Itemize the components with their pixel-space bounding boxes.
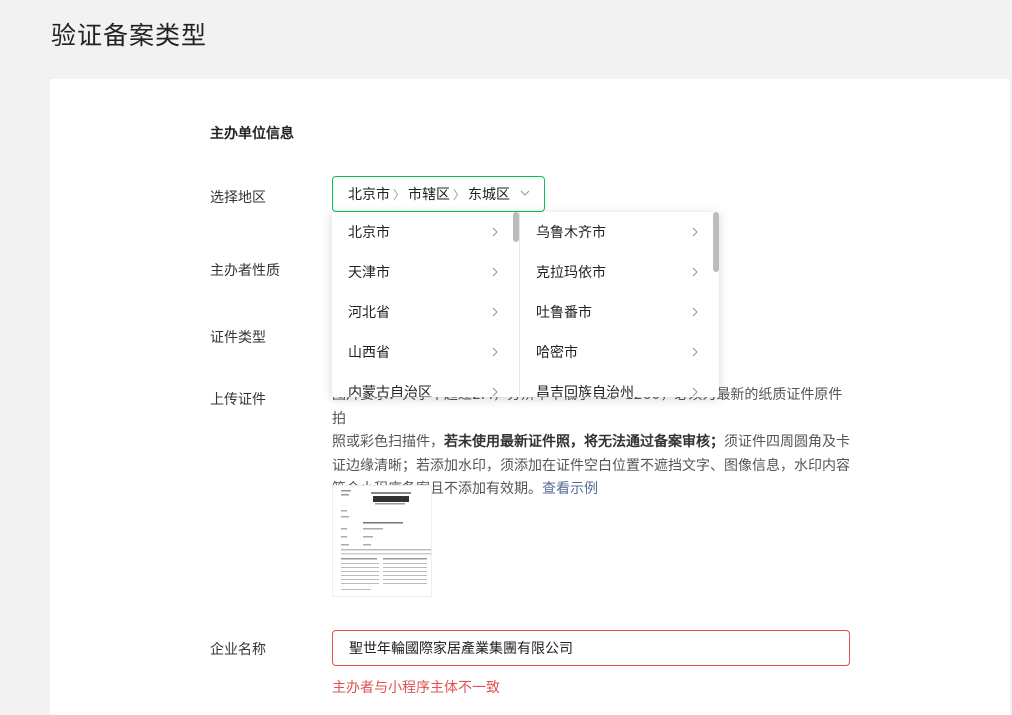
city-option[interactable]: 克拉玛依市 bbox=[520, 252, 719, 292]
chevron-right-icon bbox=[492, 307, 498, 317]
region-dropdown: 北京市 天津市 河北省 山西省 内蒙古自治区 乌鲁木齐市 克拉玛依市 吐鲁番市 … bbox=[332, 212, 719, 397]
province-option[interactable]: 内蒙古自治区 bbox=[332, 372, 519, 397]
city-option[interactable]: 吐鲁番市 bbox=[520, 292, 719, 332]
company-name-label: 企业名称 bbox=[210, 642, 266, 658]
province-option[interactable]: 河北省 bbox=[332, 292, 519, 332]
chevron-down-icon bbox=[520, 190, 530, 196]
sponsor-nature-label: 主办者性质 bbox=[210, 263, 280, 279]
region-level1: 北京市 bbox=[348, 187, 390, 203]
company-name-error: 主办者与小程序主体不一致 bbox=[332, 680, 500, 696]
chevron-right-icon bbox=[692, 267, 698, 277]
cert-type-label: 证件类型 bbox=[210, 330, 266, 346]
city-option[interactable]: 昌吉回族自治州 bbox=[520, 372, 719, 397]
certificate-sample-graphic bbox=[333, 486, 431, 596]
company-name-input[interactable] bbox=[332, 630, 850, 666]
chevron-right-icon bbox=[492, 227, 498, 237]
upload-label: 上传证件 bbox=[210, 392, 266, 408]
province-option[interactable]: 天津市 bbox=[332, 252, 519, 292]
certificate-sample-image[interactable] bbox=[332, 485, 432, 597]
upload-text-line2: 照或彩色扫描件，若未使用最新证件照，将无法通过备案审核；须证件四周圆角及卡 bbox=[332, 434, 850, 450]
region-select[interactable]: 北京市 〉 市辖区 〉 东城区 bbox=[332, 176, 545, 212]
upload-text-line3: 证边缘清晰；若添加水印，须添加在证件空白位置不遮挡文字、图像信息，水印内容 bbox=[332, 457, 850, 474]
upload-requirements: 图片要求：大小不超过2M，分辨率不低于420*1260，必须为最新的纸质证件原件… bbox=[332, 384, 852, 502]
view-example-link[interactable]: 查看示例 bbox=[542, 481, 598, 497]
city-scrollbar[interactable] bbox=[713, 212, 719, 272]
province-option[interactable]: 北京市 bbox=[332, 212, 519, 252]
city-option[interactable]: 哈密市 bbox=[520, 332, 719, 372]
city-column[interactable]: 乌鲁木齐市 克拉玛依市 吐鲁番市 哈密市 昌吉回族自治州 bbox=[519, 212, 719, 397]
city-option[interactable]: 乌鲁木齐市 bbox=[520, 212, 719, 252]
chevron-right-icon bbox=[692, 307, 698, 317]
chevron-right-icon bbox=[692, 347, 698, 357]
chevron-right-icon bbox=[492, 387, 498, 397]
region-level2: 市辖区 bbox=[408, 187, 451, 203]
chevron-right-icon bbox=[692, 227, 698, 237]
province-column[interactable]: 北京市 天津市 河北省 山西省 内蒙古自治区 bbox=[332, 212, 519, 397]
chevron-right-icon bbox=[692, 387, 698, 397]
province-option[interactable]: 山西省 bbox=[332, 332, 519, 372]
section-title: 主办单位信息 bbox=[210, 126, 294, 142]
chevron-right-icon bbox=[492, 267, 498, 277]
region-level3: 东城区 bbox=[468, 187, 511, 203]
separator-icon: 〉 bbox=[393, 187, 406, 202]
region-label: 选择地区 bbox=[210, 190, 266, 206]
page-title: 验证备案类型 bbox=[51, 21, 208, 50]
separator-icon: 〉 bbox=[453, 187, 466, 202]
chevron-right-icon bbox=[492, 347, 498, 357]
